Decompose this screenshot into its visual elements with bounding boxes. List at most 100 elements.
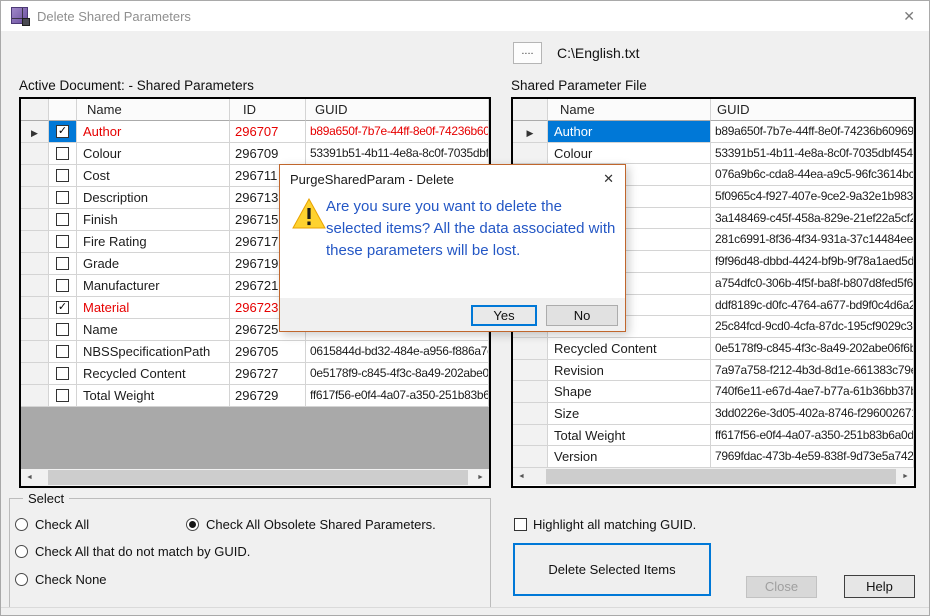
- scroll-right-icon[interactable]: ►: [472, 469, 489, 486]
- window-close-icon[interactable]: ✕: [903, 8, 915, 25]
- table-row[interactable]: Recycled Content2967270e5178f9-c845-4f3c…: [21, 363, 489, 385]
- scrollbar-thumb[interactable]: [48, 470, 468, 485]
- name-cell[interactable]: Recycled Content: [548, 338, 711, 360]
- guid-cell[interactable]: 281c6991-8f36-4f34-931a-37c14484ee7d: [711, 229, 914, 251]
- name-cell[interactable]: Manufacturer: [77, 275, 230, 297]
- checkbox-cell[interactable]: [49, 363, 77, 385]
- row-checkbox[interactable]: [56, 257, 69, 270]
- row-selector-cell[interactable]: [21, 165, 49, 187]
- row-selector-cell[interactable]: [21, 275, 49, 297]
- table-row[interactable]: Colour29670953391b51-4b11-4e8a-8c0f-7035…: [21, 143, 489, 165]
- guid-cell[interactable]: b89a650f-7b7e-44ff-8e0f-74236b609694: [711, 121, 914, 143]
- guid-cell[interactable]: 3a148469-c45f-458a-829e-21ef22a5cf2f: [711, 208, 914, 230]
- dialog-close-icon[interactable]: ✕: [603, 171, 614, 187]
- table-row[interactable]: Recycled Content0e5178f9-c845-4f3c-8a49-…: [513, 338, 914, 360]
- row-checkbox[interactable]: ✓: [56, 125, 69, 138]
- selector-column-header[interactable]: [513, 99, 548, 121]
- highlight-checkbox[interactable]: [514, 518, 527, 531]
- id-cell[interactable]: 296727: [230, 363, 306, 385]
- row-selector-cell[interactable]: [21, 143, 49, 165]
- name-cell[interactable]: Author: [77, 121, 230, 143]
- guid-cell[interactable]: 3dd0226e-3d05-402a-8746-f296002671e6: [711, 403, 914, 425]
- help-button[interactable]: Help: [844, 575, 915, 598]
- scrollbar-track[interactable]: [530, 468, 897, 485]
- highlight-matching-guid-option[interactable]: Highlight all matching GUID.: [514, 517, 696, 532]
- row-selector-cell[interactable]: [513, 360, 548, 382]
- guid-cell[interactable]: 25c84fcd-9cd0-4cfa-87dc-195cf9029c30: [711, 316, 914, 338]
- guid-column-header[interactable]: GUID: [711, 99, 914, 121]
- guid-cell[interactable]: ff617f56-e0f4-4a07-a350-251b83b6a0df: [306, 385, 489, 407]
- left-horizontal-scrollbar[interactable]: ◄ ►: [21, 469, 489, 486]
- checkbox-cell[interactable]: [49, 143, 77, 165]
- checkbox-cell[interactable]: ✓: [49, 121, 77, 143]
- row-selector-cell[interactable]: [513, 143, 548, 165]
- id-cell[interactable]: 296709: [230, 143, 306, 165]
- checkbox-cell[interactable]: [49, 209, 77, 231]
- no-button[interactable]: No: [546, 305, 618, 326]
- row-selector-cell[interactable]: [513, 425, 548, 447]
- id-cell[interactable]: 296707: [230, 121, 306, 143]
- guid-cell[interactable]: 53391b51-4b11-4e8a-8c0f-7035dbf45...: [306, 143, 489, 165]
- checkbox-cell[interactable]: [49, 319, 77, 341]
- row-selector-cell[interactable]: [21, 319, 49, 341]
- name-cell[interactable]: Cost: [77, 165, 230, 187]
- radio-icon[interactable]: [15, 573, 28, 586]
- guid-cell[interactable]: 740f6e11-e67d-4ae7-b77a-61b36bb37bde: [711, 381, 914, 403]
- checkbox-cell[interactable]: [49, 187, 77, 209]
- checkbox-cell[interactable]: [49, 253, 77, 275]
- radio-icon[interactable]: [15, 545, 28, 558]
- name-cell[interactable]: Colour: [77, 143, 230, 165]
- row-checkbox[interactable]: [56, 213, 69, 226]
- scroll-right-icon[interactable]: ►: [897, 468, 914, 485]
- row-selector-cell[interactable]: [21, 297, 49, 319]
- name-cell[interactable]: Size: [548, 403, 711, 425]
- guid-cell[interactable]: f9f96d48-dbbd-4424-bf9b-9f78a1aed5d0: [711, 251, 914, 273]
- selector-column-header[interactable]: [21, 99, 49, 121]
- name-cell[interactable]: Colour: [548, 143, 711, 165]
- guid-column-header[interactable]: GUID: [306, 99, 489, 121]
- row-selector-cell[interactable]: [21, 209, 49, 231]
- name-cell[interactable]: Version: [548, 446, 711, 468]
- guid-cell[interactable]: 7969fdac-473b-4e59-838f-9d73e5a74295: [711, 446, 914, 468]
- name-cell[interactable]: Total Weight: [77, 385, 230, 407]
- row-selector-cell[interactable]: [513, 446, 548, 468]
- yes-button[interactable]: Yes: [471, 305, 537, 326]
- name-column-header[interactable]: Name: [548, 99, 711, 121]
- table-row[interactable]: Size3dd0226e-3d05-402a-8746-f296002671e6: [513, 403, 914, 425]
- id-cell[interactable]: 296705: [230, 341, 306, 363]
- row-selector-cell[interactable]: [21, 253, 49, 275]
- radio-icon[interactable]: [15, 518, 28, 531]
- row-selector-cell[interactable]: [513, 338, 548, 360]
- delete-selected-items-button[interactable]: Delete Selected Items: [513, 543, 711, 596]
- row-selector-cell[interactable]: [21, 187, 49, 209]
- guid-cell[interactable]: ff617f56-e0f4-4a07-a350-251b83b6a0df: [711, 425, 914, 447]
- radio-check-all[interactable]: Check All: [15, 517, 89, 532]
- guid-cell[interactable]: 53391b51-4b11-4e8a-8c0f-7035dbf454f5: [711, 143, 914, 165]
- row-selector-cell[interactable]: [21, 231, 49, 253]
- row-selector-cell[interactable]: [21, 385, 49, 407]
- name-cell[interactable]: Fire Rating: [77, 231, 230, 253]
- row-checkbox[interactable]: [56, 191, 69, 204]
- guid-cell[interactable]: 5f0965c4-f927-407e-9ce2-9a32e1b983d5: [711, 186, 914, 208]
- name-cell[interactable]: Revision: [548, 360, 711, 382]
- name-cell[interactable]: Grade: [77, 253, 230, 275]
- id-cell[interactable]: 296729: [230, 385, 306, 407]
- row-checkbox[interactable]: [56, 345, 69, 358]
- table-row[interactable]: NBSSpecificationPath2967050615844d-bd32-…: [21, 341, 489, 363]
- scroll-left-icon[interactable]: ◄: [513, 468, 530, 485]
- row-checkbox[interactable]: [56, 367, 69, 380]
- table-row[interactable]: Revision7a97a758-f212-4b3d-8d1e-661383c7…: [513, 360, 914, 382]
- checkbox-cell[interactable]: ✓: [49, 297, 77, 319]
- row-checkbox[interactable]: [56, 389, 69, 402]
- browse-file-button[interactable]: ....: [513, 42, 542, 64]
- checkbox-cell[interactable]: [49, 341, 77, 363]
- row-selector-cell[interactable]: [21, 341, 49, 363]
- id-column-header[interactable]: ID: [230, 99, 306, 121]
- guid-cell[interactable]: ddf8189c-d0fc-4764-a677-bd9f0c4d6a2d: [711, 295, 914, 317]
- row-checkbox[interactable]: [56, 147, 69, 160]
- guid-cell[interactable]: 7a97a758-f212-4b3d-8d1e-661383c79e4d: [711, 360, 914, 382]
- name-cell[interactable]: Material: [77, 297, 230, 319]
- guid-cell[interactable]: a754dfc0-306b-4f5f-ba8f-b807d8fed5f6: [711, 273, 914, 295]
- row-selector-cell[interactable]: [21, 363, 49, 385]
- guid-cell[interactable]: b89a650f-7b7e-44ff-8e0f-74236b609694: [306, 121, 489, 143]
